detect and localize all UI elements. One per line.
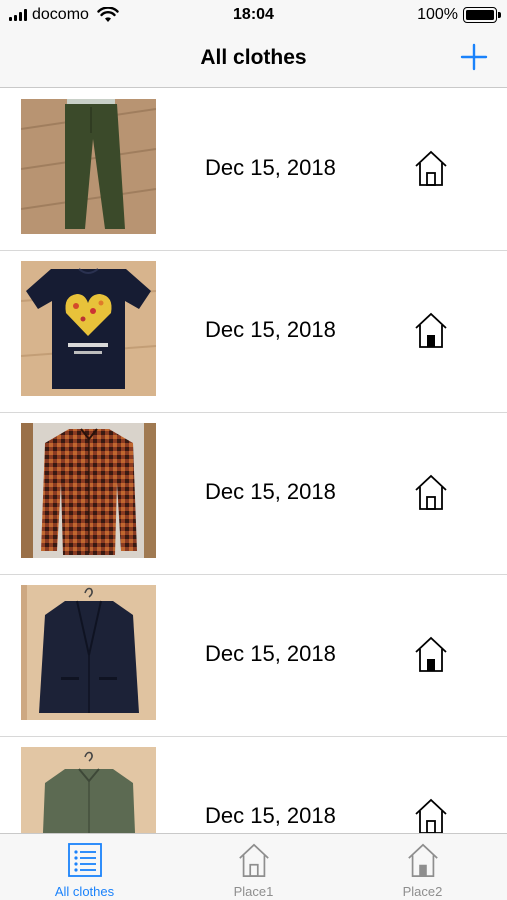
clothing-photo bbox=[21, 747, 156, 833]
item-date: Dec 15, 2018 bbox=[205, 317, 336, 342]
item-date: Dec 15, 2018 bbox=[205, 803, 336, 828]
clothing-photo bbox=[21, 261, 156, 396]
tab-label: Place2 bbox=[402, 884, 443, 899]
home-outline-icon[interactable] bbox=[413, 473, 449, 511]
list-item[interactable]: Dec 15, 2018 bbox=[0, 413, 507, 575]
clothes-list[interactable]: Dec 15, 2018 Dec 15, 2018 Dec 15, 2018 D… bbox=[0, 89, 507, 833]
page-title: All clothes bbox=[200, 46, 307, 69]
home-filled-icon[interactable] bbox=[413, 311, 449, 349]
item-date: Dec 15, 2018 bbox=[205, 641, 336, 666]
tab-all-clothes[interactable]: All clothes bbox=[0, 834, 169, 900]
status-right: 100% bbox=[417, 6, 501, 24]
battery-percent: 100% bbox=[417, 6, 458, 23]
home-filled-icon[interactable] bbox=[413, 635, 449, 673]
clothing-photo bbox=[21, 423, 156, 558]
home-outline-icon[interactable] bbox=[413, 149, 449, 187]
list-icon bbox=[67, 843, 102, 877]
item-date: Dec 15, 2018 bbox=[205, 155, 336, 180]
tab-label: Place1 bbox=[233, 884, 274, 899]
home-outline-icon bbox=[238, 843, 269, 877]
list-item[interactable]: Dec 15, 2018 bbox=[0, 251, 507, 413]
clothing-photo bbox=[21, 99, 156, 234]
home-outline-icon[interactable] bbox=[413, 797, 449, 833]
tab-place2[interactable]: Place2 bbox=[338, 834, 507, 900]
home-filled-icon bbox=[407, 843, 438, 877]
item-date: Dec 15, 2018 bbox=[205, 479, 336, 504]
battery-icon bbox=[463, 7, 501, 23]
tab-label: All clothes bbox=[54, 884, 115, 899]
navigation-bar: All clothes bbox=[0, 30, 507, 88]
plus-icon[interactable] bbox=[459, 42, 489, 72]
status-bar: docomo 18:04 100% bbox=[0, 0, 507, 30]
list-item[interactable]: Dec 15, 2018 bbox=[0, 737, 507, 833]
list-item[interactable]: Dec 15, 2018 bbox=[0, 89, 507, 251]
clothing-photo bbox=[21, 585, 156, 720]
list-item[interactable]: Dec 15, 2018 bbox=[0, 575, 507, 737]
tab-place1[interactable]: Place1 bbox=[169, 834, 338, 900]
tab-bar: All clothes Place1 Place2 bbox=[0, 833, 507, 900]
